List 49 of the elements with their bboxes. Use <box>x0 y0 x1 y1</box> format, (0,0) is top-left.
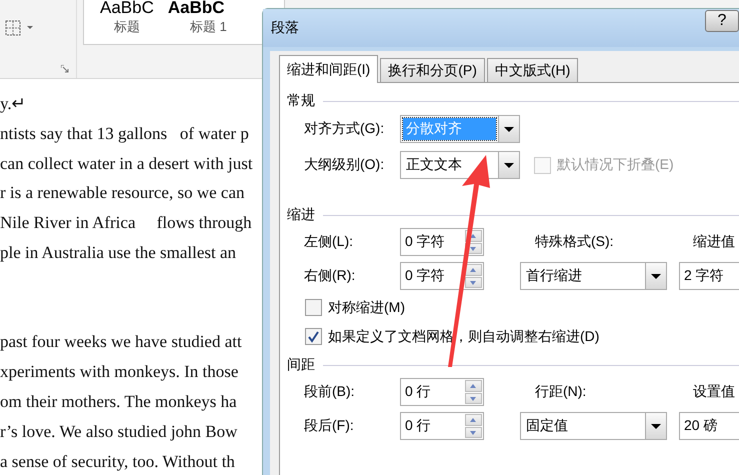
field-label: 对齐方式(G): <box>304 120 386 138</box>
document-text-line: r’s love. We also studied john Bow <box>0 422 238 441</box>
field-label: 大纲级别(O): <box>304 156 386 174</box>
field-label: 右侧(R): <box>304 267 356 285</box>
document-text-line: y.↵ <box>0 94 26 113</box>
spin-field[interactable]: 0 行 <box>400 378 484 406</box>
checkbox[interactable] <box>305 299 322 316</box>
field-label: 段后(F): <box>304 417 355 435</box>
document-text-line: Nile River in Africa flows through <box>0 213 252 232</box>
document-text-line: ple in Australia use the smallest an <box>0 242 236 262</box>
spin-field[interactable]: 0 行 <box>400 412 484 440</box>
checkbox[interactable] <box>305 328 322 345</box>
checkbox-label: 如果定义了文档网格，则自动调整右缩进(D) <box>328 328 600 346</box>
field-label: 设置值 <box>693 383 735 401</box>
special-format-dropdown[interactable]: 首行缩进 <box>520 262 667 290</box>
set-value-field[interactable]: 20 磅 <box>679 412 739 440</box>
dialog-tab[interactable]: 缩进和间距(I) <box>279 55 378 83</box>
style-preview[interactable]: AaBbC <box>100 0 154 17</box>
field-label: 特殊格式(S): <box>535 233 615 251</box>
line-spacing-dropdown[interactable]: 固定值 <box>520 412 667 440</box>
checkbox-label: 默认情况下折叠(E) <box>557 156 674 174</box>
dialog-launcher-icon[interactable] <box>61 65 69 73</box>
style-preview[interactable]: AaBbC <box>168 0 225 17</box>
document-text-line: a sense of security, too. Without th <box>0 452 235 471</box>
document-text-line: can collect water in a desert with just <box>0 154 253 173</box>
style-label[interactable]: 标题 1 <box>190 18 227 36</box>
document-text-line: past four weeks we have studied att <box>0 332 242 352</box>
dropdown-value: 正文文本 <box>405 155 463 174</box>
document-text-line: xperiments with monkeys. In those <box>0 362 238 382</box>
field-label: 左侧(L): <box>304 233 354 251</box>
field-label: 缩进值 <box>693 233 735 251</box>
section-heading: 常规 <box>287 92 315 110</box>
checkbox-label: 对称缩进(M) <box>328 298 405 316</box>
spin-field[interactable]: 0 字符 <box>400 262 484 290</box>
dropdown-value: 分散对齐 <box>403 118 496 140</box>
dialog-title: 段落 <box>271 19 299 37</box>
style-label[interactable]: 标题 <box>114 18 140 36</box>
field-label: 段前(B): <box>304 383 356 401</box>
document-text-line: ntists say that 13 gallons of water p <box>0 124 249 143</box>
dialog-tab[interactable]: 中文版式(H) <box>486 58 578 82</box>
document-text-line: r is a renewable resource, so we can <box>0 183 244 202</box>
section-heading: 间距 <box>287 356 315 374</box>
help-button[interactable]: ? <box>705 10 739 32</box>
section-heading: 缩进 <box>287 206 315 224</box>
field-label: 行距(N): <box>535 383 588 401</box>
borders-icon[interactable] <box>4 19 34 37</box>
indent-value-field[interactable]: 2 字符 <box>679 262 739 290</box>
dialog-tab[interactable]: 换行和分页(P) <box>380 58 485 82</box>
document-text-line: om their mothers. The monkeys ha <box>0 392 237 411</box>
